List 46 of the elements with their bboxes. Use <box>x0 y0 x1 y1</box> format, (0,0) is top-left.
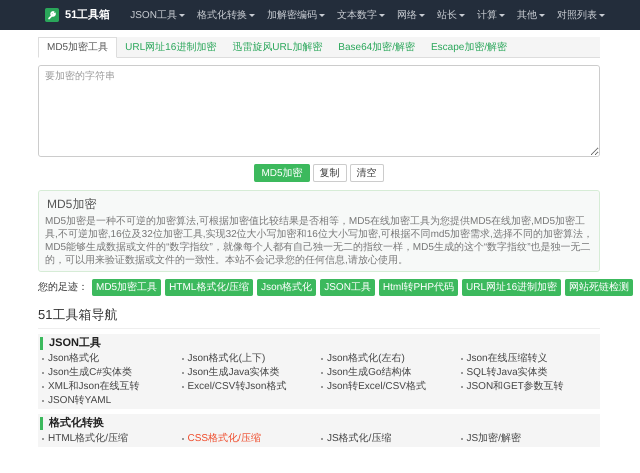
caret-icon <box>418 14 425 16</box>
caret-icon <box>498 14 505 16</box>
caret-icon <box>458 14 465 16</box>
info-text: MD5加密是一种不可逆的加密算法,可根据加密值比较结果是否相等，MD5在线加密工具为您提供MD5在线加密,MD5加密工具,不可逆加密,16位及32位加密工具,实现32位大小写加密和16位大小写加密,可根据不同md5加密需求,选择不同的加密算法，MD5能够生成数据或文件的“数字指纹”，就像每个人都有自己独一无二的指纹一样，MD5生成的这个“数字指纹”也是独一无二的，可以用来验证数据或文件的一致性。本站不会记录您的任何信息,请放心使用。 <box>45 215 593 267</box>
caret-icon <box>378 14 385 16</box>
tool-link[interactable]: Json生成C#实体类 <box>42 366 182 380</box>
nav-menu-item[interactable]: 站长 <box>430 8 471 22</box>
nav-menu-item[interactable]: 文本数字 <box>330 8 391 22</box>
info-title: MD5加密 <box>47 196 98 213</box>
tool-link[interactable]: Json格式化(上下) <box>182 352 321 366</box>
caret-icon <box>598 14 605 16</box>
tool-link[interactable]: JS加密/解密 <box>460 432 600 446</box>
action-button[interactable]: 复制 <box>312 164 347 182</box>
nav-menu-item[interactable]: 格式化转换 <box>190 8 261 22</box>
history-label: 您的足迹： <box>38 280 88 295</box>
nav-menu-item[interactable]: 计算 <box>470 8 511 22</box>
tool-link[interactable]: JS格式化/压缩 <box>321 432 460 446</box>
tool-link[interactable]: Json转Excel/CSV格式 <box>321 380 460 394</box>
tool-link[interactable]: Json格式化 <box>42 352 182 366</box>
tool-link[interactable]: JSON和GET参数互转 <box>460 380 600 394</box>
tool-link[interactable]: XML和Json在线互转 <box>42 380 182 394</box>
tool-link[interactable]: JSON转YAML <box>42 394 182 408</box>
caret-icon <box>248 14 255 16</box>
nav-menu-item[interactable]: 其他 <box>510 8 551 22</box>
nav-menu-item[interactable]: 对照列表 <box>550 8 611 22</box>
nav-menu-item[interactable]: 网络 <box>390 8 431 22</box>
nav-menu-item[interactable]: JSON工具 <box>124 8 191 22</box>
tool-link[interactable]: Json生成Java实体类 <box>182 366 321 380</box>
section-title: JSON工具 <box>40 336 600 350</box>
caret-icon <box>178 14 185 16</box>
tool-link[interactable]: Json格式化(左右) <box>321 352 460 366</box>
caret-icon <box>318 14 325 16</box>
wrench-logo-icon <box>45 8 59 22</box>
nav-menu-item[interactable]: 加解密编码 <box>260 8 331 22</box>
nav-title: 51工具箱导航 <box>38 305 600 328</box>
tool-link[interactable]: HTML格式化/压缩 <box>42 432 182 446</box>
text-input-field[interactable]: 要加密的字符串 <box>38 65 600 157</box>
brand-link[interactable]: 51工具箱 <box>65 6 110 24</box>
tool-link[interactable]: SQL转Java实体类 <box>460 366 600 380</box>
tool-link[interactable]: Excel/CSV转Json格式 <box>182 380 321 394</box>
tool-link[interactable]: Json生成Go结构体 <box>321 366 460 380</box>
section-title: 格式化转换 <box>40 416 600 430</box>
caret-icon <box>538 14 545 16</box>
tab[interactable]: MD5加密工具 <box>38 37 118 58</box>
action-button[interactable]: 清空 <box>350 164 384 182</box>
tool-link[interactable]: Json在线压缩转义 <box>460 352 600 366</box>
